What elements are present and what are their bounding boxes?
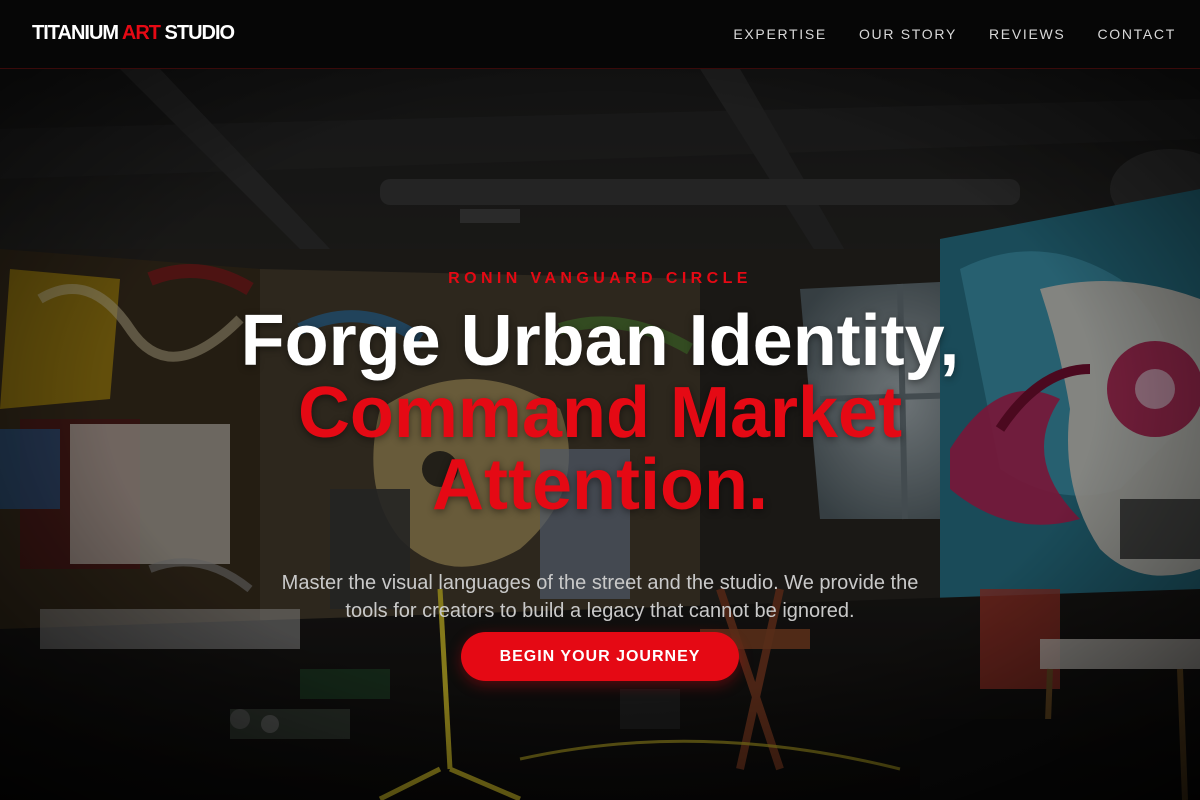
begin-journey-button[interactable]: BEGIN YOUR JOURNEY: [461, 632, 739, 681]
nav-link-our-story[interactable]: OUR STORY: [859, 26, 957, 42]
hero-subtext: Master the visual languages of the stree…: [281, 572, 919, 622]
hero-eyebrow: RONIN VANGUARD CIRCLE: [448, 270, 752, 287]
nav-link-contact[interactable]: CONTACT: [1097, 26, 1176, 42]
headline-line-white: Forge Urban Identity,: [240, 301, 960, 381]
nav-link-expertise[interactable]: EXPERTISE: [733, 26, 827, 42]
brand-part-titanium: TITANIUM: [32, 22, 122, 44]
brand-part-art: ART: [121, 22, 161, 44]
main-nav: EXPERTISE OUR STORY REVIEWS CONTACT: [733, 0, 1176, 68]
nav-link-reviews[interactable]: REVIEWS: [989, 26, 1065, 42]
headline-line-red-1: Command Market: [297, 373, 903, 453]
brand-logo[interactable]: TITANIUM ART STUDIO: [32, 22, 236, 45]
headline-line-red-2: Attention.: [432, 445, 768, 525]
hero-section: RONIN VANGUARD CIRCLE Forge Urban Identi…: [0, 69, 1200, 800]
brand-part-studio: STUDIO: [159, 22, 236, 44]
site-header: TITANIUM ART STUDIO EXPERTISE OUR STORY …: [0, 0, 1200, 69]
hero-headline: Forge Urban Identity, Command Market Att…: [0, 305, 1200, 521]
